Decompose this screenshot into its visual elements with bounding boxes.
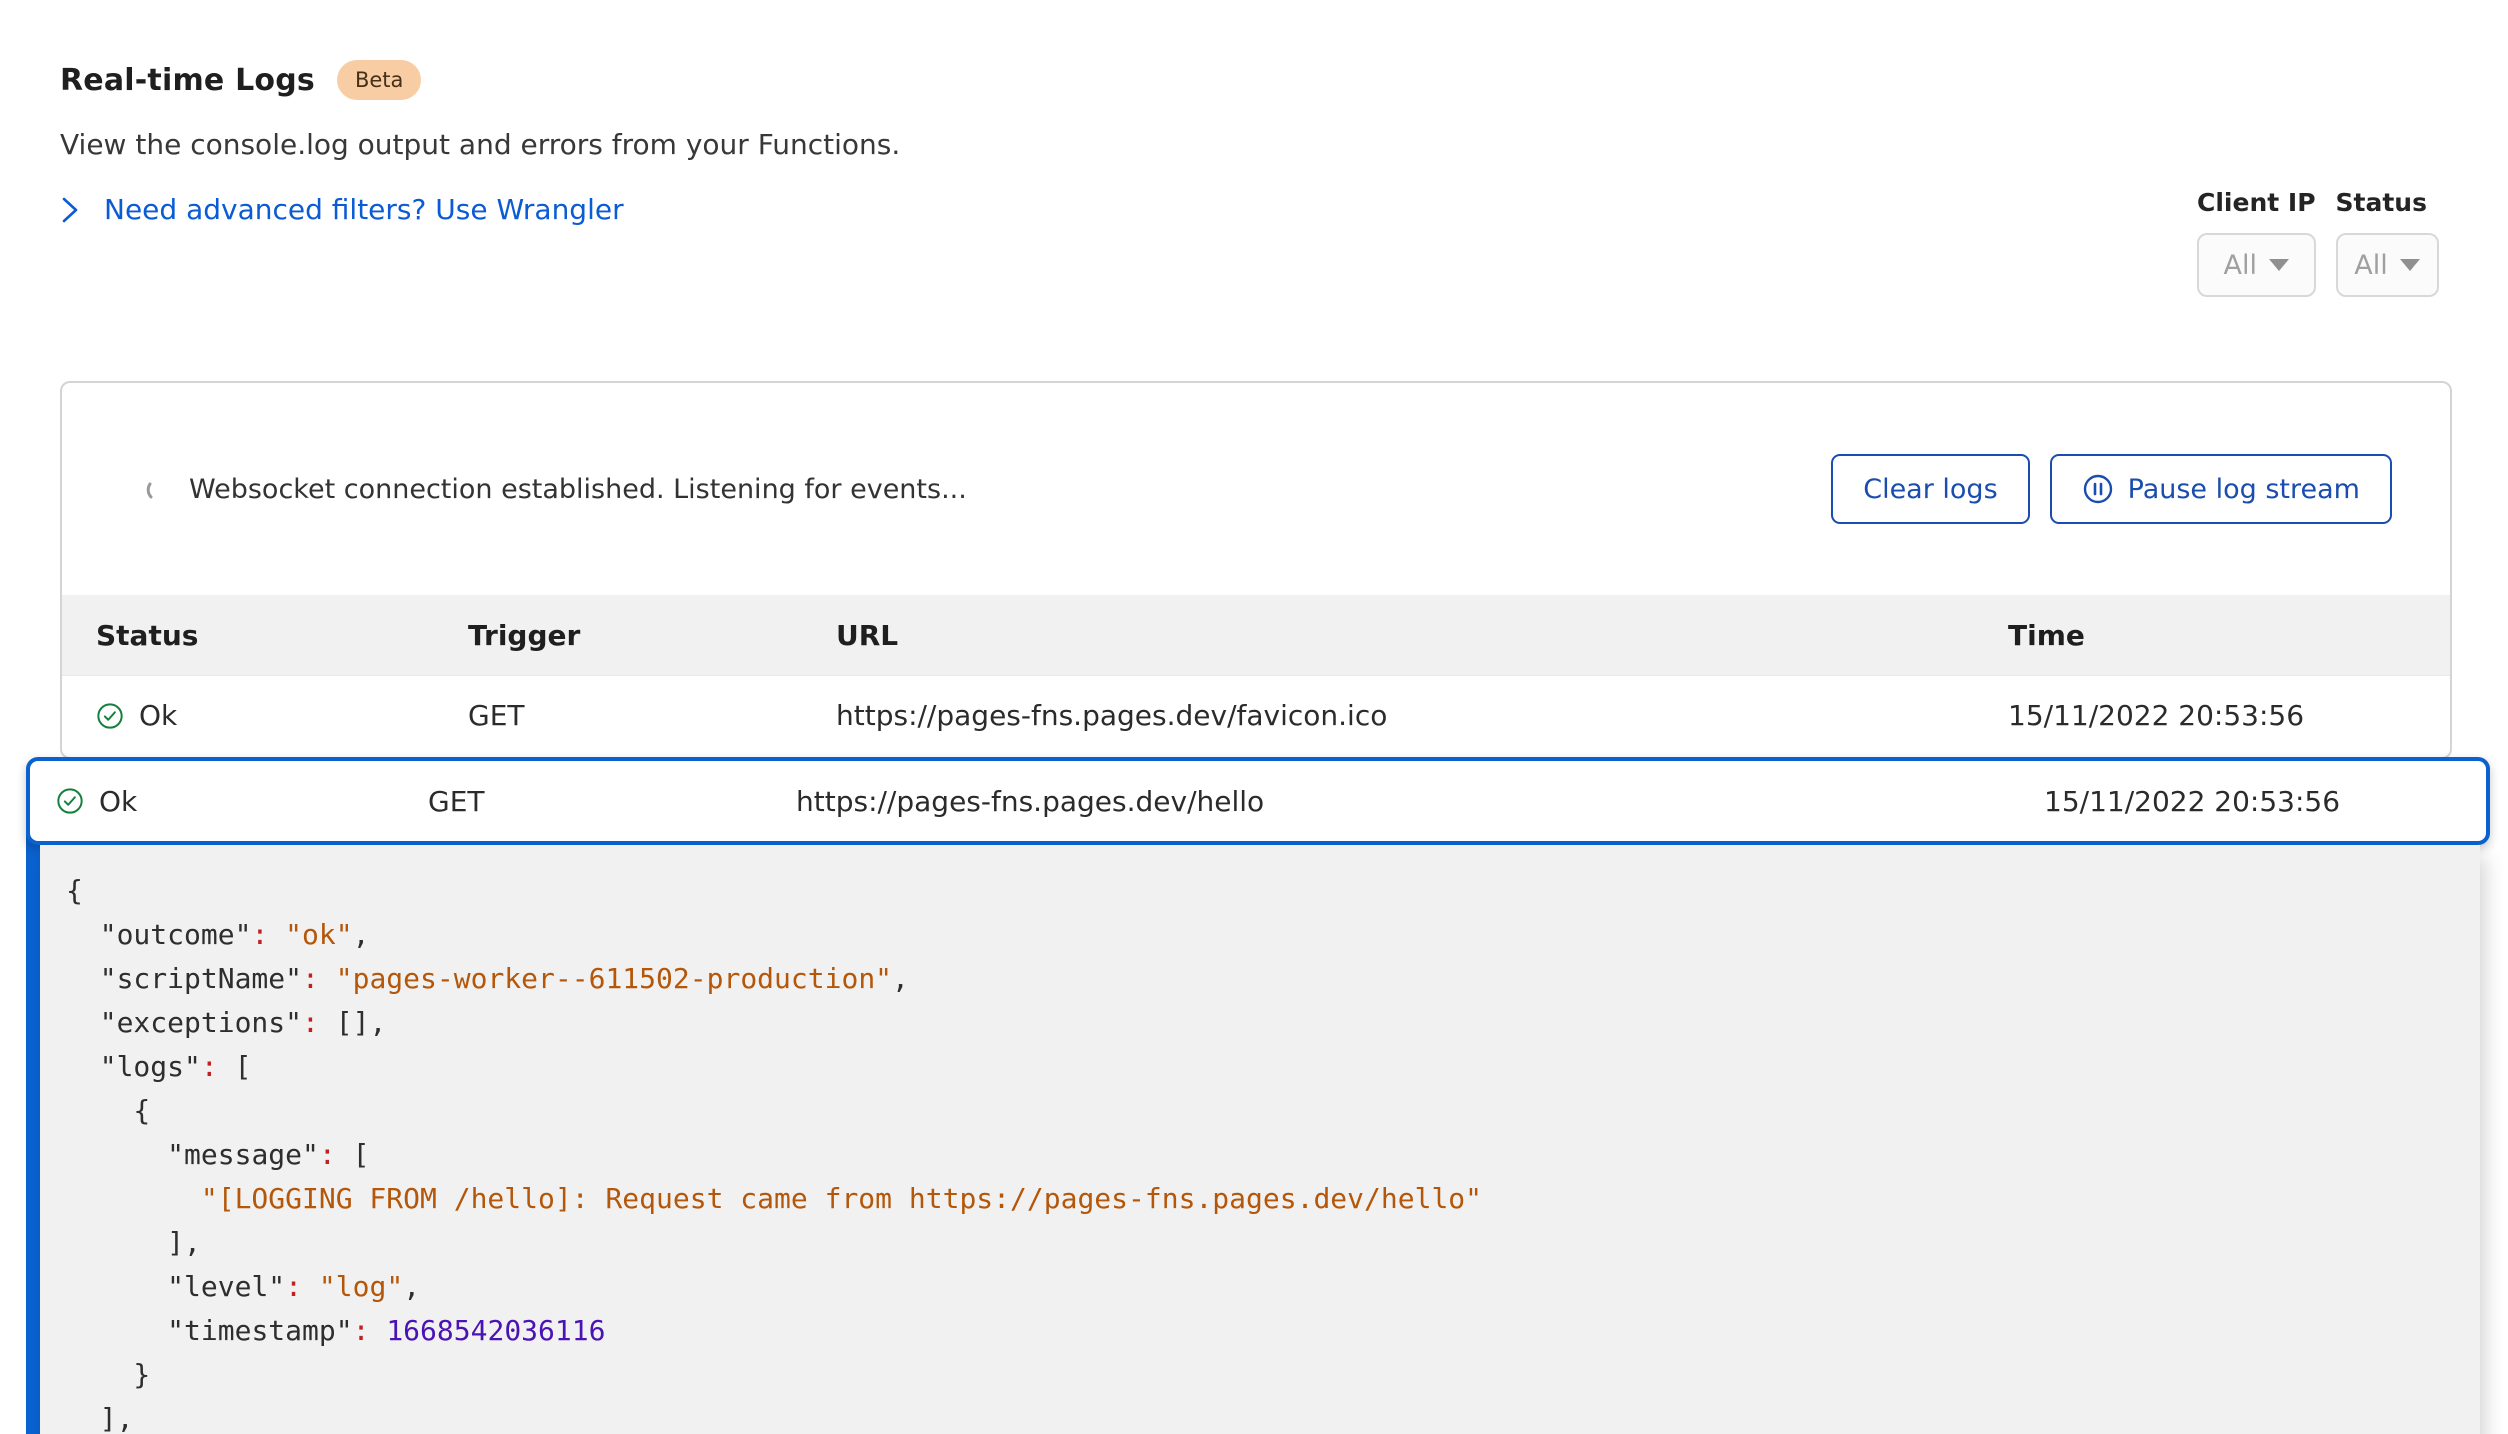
column-header-trigger: Trigger — [468, 619, 836, 652]
log-detail-json: { "outcome": "ok", "scriptName": "pages-… — [40, 845, 2480, 1434]
pause-circle-icon — [2082, 473, 2114, 505]
time-cell: 15/11/2022 20:53:56 — [2008, 699, 2416, 732]
column-header-status: Status — [96, 619, 468, 652]
caret-down-icon — [2269, 259, 2289, 271]
selected-log-row[interactable]: Ok GET https://pages-fns.pages.dev/hello… — [26, 757, 2490, 845]
stream-status-message: Websocket connection established. Listen… — [189, 474, 967, 505]
check-circle-icon — [56, 787, 84, 815]
client-ip-value: All — [2224, 250, 2257, 281]
column-header-url: URL — [836, 619, 2008, 652]
page-title: Real-time Logs — [60, 63, 315, 98]
table-header-row: Status Trigger URL Time — [62, 595, 2450, 675]
caret-down-icon — [2400, 259, 2420, 271]
time-cell: 15/11/2022 20:53:56 — [2044, 785, 2452, 818]
log-detail-panel: { "outcome": "ok", "scriptName": "pages-… — [40, 845, 2480, 1434]
chevron-right-icon — [60, 195, 80, 225]
status-cell: Ok — [96, 699, 468, 732]
page-header: Real-time Logs Beta View the console.log… — [60, 60, 900, 226]
expanded-log-entry: Ok GET https://pages-fns.pages.dev/hello… — [26, 757, 2490, 1434]
client-ip-label: Client IP — [2197, 188, 2316, 217]
trigger-cell: GET — [428, 785, 796, 818]
realtime-logs-page: Real-time Logs Beta View the console.log… — [0, 0, 2508, 1434]
client-ip-dropdown[interactable]: All — [2197, 233, 2316, 297]
pause-log-stream-label: Pause log stream — [2128, 474, 2360, 505]
status-text: Ok — [139, 699, 177, 732]
pause-log-stream-button[interactable]: Pause log stream — [2050, 454, 2392, 524]
page-description: View the console.log output and errors f… — [60, 128, 900, 161]
clear-logs-label: Clear logs — [1863, 474, 1997, 505]
filter-client-ip: Client IP All — [2197, 188, 2316, 297]
stream-status-bar: Websocket connection established. Listen… — [62, 383, 2450, 595]
logs-card: Websocket connection established. Listen… — [60, 381, 2452, 759]
status-cell: Ok — [56, 785, 428, 818]
status-value: All — [2354, 250, 2387, 281]
url-cell: https://pages-fns.pages.dev/favicon.ico — [836, 699, 2008, 732]
status-dropdown[interactable]: All — [2336, 233, 2439, 297]
status-text: Ok — [99, 785, 137, 818]
filter-status: Status All — [2336, 188, 2439, 297]
status-label: Status — [2336, 188, 2439, 217]
selected-accent-bar — [26, 801, 40, 1434]
column-header-time: Time — [2008, 619, 2416, 652]
beta-badge: Beta — [337, 60, 421, 100]
clear-logs-button[interactable]: Clear logs — [1831, 454, 2029, 524]
log-row[interactable]: Ok GET https://pages-fns.pages.dev/favic… — [62, 675, 2450, 755]
filters: Client IP All Status All — [2197, 188, 2439, 297]
trigger-cell: GET — [468, 699, 836, 732]
advanced-filters-link[interactable]: Need advanced filters? Use Wrangler — [60, 193, 900, 226]
url-cell: https://pages-fns.pages.dev/hello — [796, 785, 2044, 818]
check-circle-icon — [96, 702, 124, 730]
advanced-filters-link-label: Need advanced filters? Use Wrangler — [104, 193, 624, 226]
spinner-icon — [145, 476, 171, 502]
